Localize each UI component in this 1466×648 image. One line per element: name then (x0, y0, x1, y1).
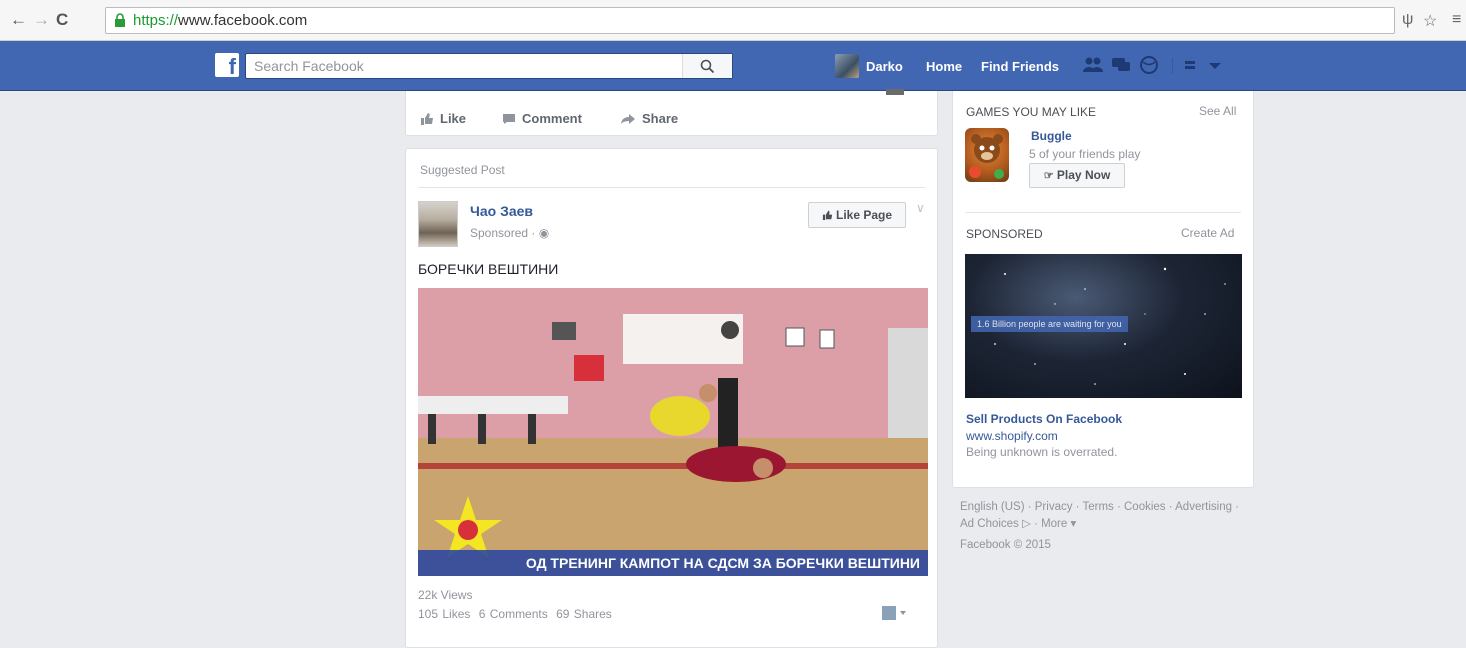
footer-links[interactable]: English (US) · Privacy · Terms · Cookies… (960, 499, 1250, 533)
notifications-globe-icon[interactable] (1138, 55, 1160, 75)
likes-count[interactable]: 105 Likes (418, 607, 470, 621)
globe-icon: ◉ (538, 226, 550, 240)
previous-post-actions: Like Comment Share (405, 89, 938, 136)
like-page-label: Like Page (835, 208, 893, 222)
comment-label: Comment (522, 111, 582, 126)
address-bar[interactable]: https://www.facebook.com (105, 7, 1395, 34)
divider (965, 212, 1241, 213)
sponsored-heading: SPONSORED (966, 227, 1043, 241)
forward-arrow-icon[interactable]: → (33, 11, 50, 29)
search-input[interactable] (246, 54, 676, 78)
friend-requests-icon[interactable] (1082, 55, 1104, 75)
ad-image[interactable]: 1.6 Billion people are waiting for you (965, 254, 1242, 398)
facebook-header: f Darko Home Find Friends (0, 41, 1466, 91)
comments-count[interactable]: 6 Comments (479, 607, 548, 621)
view-count: 22k Views (418, 588, 473, 602)
right-sidebar: GAMES YOU MAY LIKE See All Buggle 5 of y… (952, 91, 1254, 488)
url-text: https://www.facebook.com (133, 12, 308, 29)
shares-count[interactable]: 69 Shares (556, 607, 612, 621)
ad-title-link[interactable]: Sell Products On Facebook (966, 412, 1122, 426)
post-as-selector-icon[interactable] (882, 605, 908, 621)
ad-banner-text: 1.6 Billion people are waiting for you (971, 316, 1128, 332)
suggested-post-label: Suggested Post (420, 163, 505, 177)
avatar[interactable] (835, 54, 859, 78)
ad-url-link[interactable]: www.shopify.com (966, 429, 1058, 443)
create-ad-link[interactable]: Create Ad (1181, 226, 1234, 240)
share-button[interactable]: Share (620, 111, 678, 126)
share-label: Share (642, 111, 679, 126)
search-box (245, 53, 733, 79)
video-frame (418, 288, 928, 576)
suggested-post: Suggested Post Чао Заев Sponsored · ◉ Li… (405, 148, 938, 648)
nav-divider (1172, 58, 1173, 74)
play-now-label: Play Now (1056, 168, 1111, 182)
bookmark-star-icon[interactable]: ☆ (1423, 11, 1437, 31)
account-dropdown-icon[interactable] (1204, 55, 1226, 75)
like-page-button[interactable]: Like Page (808, 202, 906, 228)
privacy-shortcuts-icon[interactable] (1182, 55, 1204, 75)
browser-menu-icon[interactable]: ≡ (1452, 11, 1461, 29)
page-avatar[interactable] (418, 201, 458, 247)
divider (418, 187, 925, 188)
search-icon (700, 59, 715, 74)
ad-description: Being unknown is overrated. (966, 445, 1118, 459)
lock-icon (115, 13, 125, 27)
avatar (886, 89, 904, 95)
browser-toolbar: ← → C https://www.facebook.com ψ ☆ ≡ (0, 0, 1466, 41)
find-friends-link[interactable]: Find Friends (981, 59, 1059, 74)
extension-icon[interactable]: ψ (1402, 11, 1413, 29)
game-icon[interactable] (965, 128, 1009, 182)
share-icon (621, 114, 635, 124)
play-now-button[interactable]: ☞ Play Now (1029, 163, 1125, 188)
comment-button[interactable]: Comment (502, 111, 582, 126)
page-footer: English (US) · Privacy · Terms · Cookies… (960, 499, 1250, 554)
play-icon: ☞ (1043, 170, 1054, 182)
like-label: Like (440, 111, 467, 126)
search-button[interactable] (682, 54, 732, 78)
profile-link[interactable]: Darko (866, 59, 903, 74)
messages-icon[interactable] (1110, 55, 1132, 75)
comment-icon (503, 114, 515, 124)
bear-icon (969, 134, 1004, 179)
see-all-link[interactable]: See All (1199, 104, 1236, 118)
post-stats: 105 Likes 6 Comments 69 Shares (418, 607, 616, 621)
facebook-logo[interactable]: f (215, 53, 239, 77)
game-friends-count: 5 of your friends play (1029, 147, 1141, 161)
page-name-link[interactable]: Чао Заев (470, 203, 533, 219)
copyright: Facebook © 2015 (960, 539, 1051, 551)
video-caption: ОД ТРЕНИНГ КАМПОТ НА СДСМ ЗА БОРЕЧКИ ВЕШ… (418, 550, 928, 576)
game-name-link[interactable]: Buggle (1031, 129, 1072, 143)
thumbs-up-icon (822, 210, 833, 220)
post-options-chevron-icon[interactable]: ∨ (916, 201, 925, 215)
like-button[interactable]: Like (420, 111, 466, 126)
reload-icon[interactable]: C (56, 11, 68, 29)
back-arrow-icon[interactable]: ← (10, 11, 27, 29)
thumbs-up-icon (421, 113, 433, 125)
games-heading: GAMES YOU MAY LIKE (966, 105, 1097, 119)
post-text: БОРЕЧКИ ВЕШТИНИ (418, 261, 559, 277)
sponsored-label: Sponsored · ◉ (470, 226, 550, 240)
home-link[interactable]: Home (926, 59, 962, 74)
video-player[interactable]: ОД ТРЕНИНГ КАМПОТ НА СДСМ ЗА БОРЕЧКИ ВЕШ… (418, 288, 928, 576)
